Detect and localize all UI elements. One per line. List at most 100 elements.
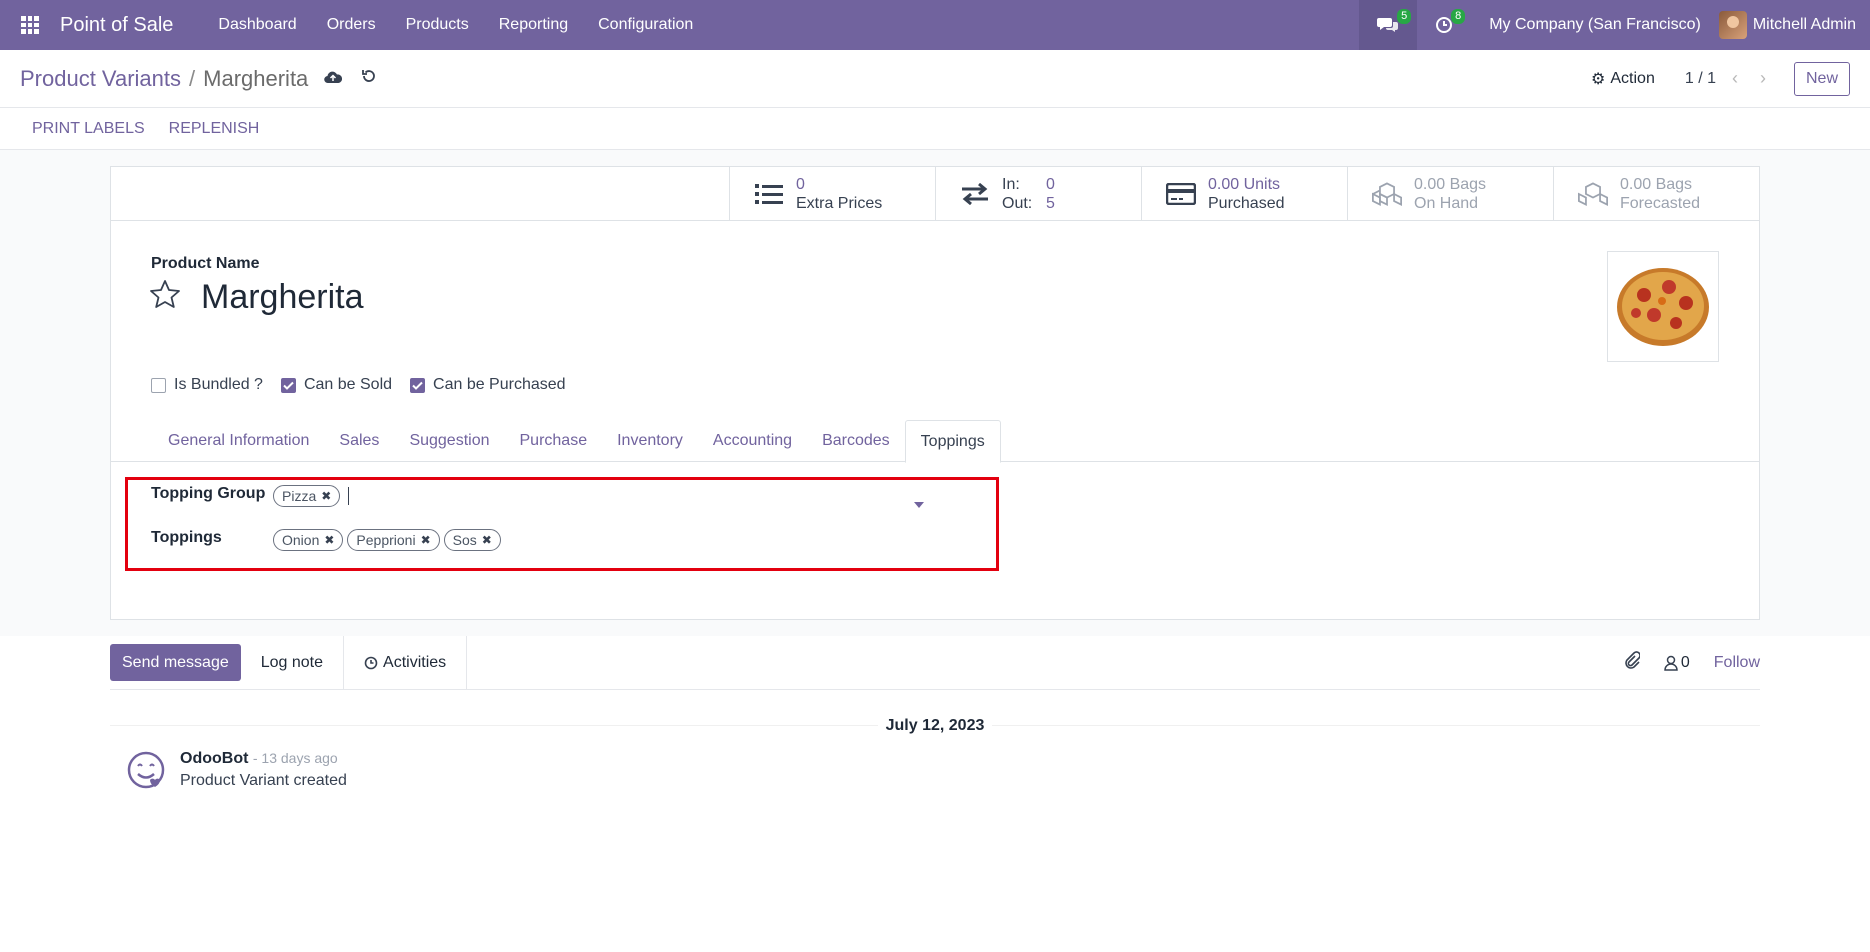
follow-button[interactable]: Follow [1714, 654, 1760, 672]
tab-accounting[interactable]: Accounting [698, 420, 807, 462]
menu-reporting[interactable]: Reporting [484, 0, 583, 50]
on-hand-button[interactable]: 0.00 Bags On Hand [1347, 167, 1553, 220]
product-image[interactable] [1607, 251, 1719, 362]
remove-tag-icon[interactable]: ✖ [482, 533, 492, 547]
print-labels-button[interactable]: PRINT LABELS [20, 120, 157, 138]
apps-menu-icon[interactable] [0, 0, 60, 50]
breadcrumb-separator: / [189, 65, 196, 91]
breadcrumb-current: Margherita [203, 65, 309, 91]
purchased-label: Purchased [1208, 194, 1285, 212]
messages-badge: 5 [1397, 9, 1412, 24]
can-be-sold-checkbox[interactable]: Can be Sold [280, 376, 392, 394]
app-brand[interactable]: Point of Sale [60, 14, 173, 37]
pager-next-icon[interactable]: › [1754, 68, 1772, 89]
forecasted-value: 0.00 Bags [1620, 175, 1693, 193]
in-value: 0 [1046, 175, 1055, 193]
user-avatar [1718, 11, 1747, 39]
pager-value[interactable]: 1 / 1 [1685, 70, 1716, 88]
messages-button[interactable]: 5 [1359, 0, 1418, 50]
remove-tag-icon[interactable]: ✖ [421, 533, 431, 547]
forecasted-button[interactable]: 0.00 Bags Forecasted [1553, 167, 1759, 220]
company-switcher[interactable]: My Company (San Francisco) [1471, 16, 1719, 34]
extra-prices-label: Extra Prices [796, 194, 883, 212]
menu-configuration[interactable]: Configuration [583, 0, 708, 50]
purchased-button[interactable]: 0.00 Units Purchased [1141, 167, 1347, 220]
tag-pizza: Pizza ✖ [273, 485, 341, 507]
activities-button[interactable]: 8 [1417, 0, 1471, 50]
extra-prices-button[interactable]: 0 Extra Prices [729, 167, 935, 220]
date-separator-label: July 12, 2023 [877, 717, 993, 734]
dropdown-caret-icon[interactable] [914, 502, 924, 508]
menu-products[interactable]: Products [391, 0, 484, 50]
top-navbar: Point of Sale Dashboard Orders Products … [0, 0, 1870, 50]
tag-label: Pepprioni [356, 532, 416, 548]
toppings-highlight-box: Topping Group Pizza ✖ Toppings Onion ✖ Pep… [125, 477, 999, 571]
checkbox-checked-box[interactable] [410, 377, 426, 393]
send-message-button[interactable]: Send message [110, 644, 241, 681]
paperclip-icon[interactable] [1622, 650, 1641, 675]
forecasted-label: Forecasted [1620, 194, 1701, 212]
form-header-actions: PRINT LABELS REPLENISH [0, 108, 1870, 150]
new-button[interactable]: New [1793, 61, 1850, 96]
user-menu[interactable]: Mitchell Admin [1718, 11, 1870, 39]
followers-button[interactable]: 0 [1664, 654, 1690, 672]
cubes-icon [1578, 181, 1608, 207]
topping-group-field[interactable]: Pizza ✖ [273, 485, 350, 507]
exchange-arrows-icon [960, 182, 990, 205]
is-bundled-label: Is Bundled ? [174, 376, 263, 393]
activities-badge: 8 [1451, 9, 1466, 24]
tab-toppings[interactable]: Toppings [904, 420, 1001, 463]
tab-sales[interactable]: Sales [324, 420, 394, 462]
discard-undo-icon[interactable] [358, 68, 380, 89]
systray: 5 8 My Company (San Francisco) Mitchell … [1359, 0, 1870, 50]
on-hand-value: 0.00 Bags [1414, 175, 1487, 193]
in-label: In: [1002, 175, 1020, 193]
followers-count: 0 [1680, 653, 1690, 671]
product-name-input[interactable]: Margherita [201, 278, 364, 317]
extra-prices-value: 0 [796, 175, 805, 193]
remove-tag-icon[interactable]: ✖ [321, 489, 331, 503]
favorite-star-icon[interactable] [149, 279, 181, 314]
tab-inventory[interactable]: Inventory [602, 420, 698, 462]
action-label: Action [1610, 69, 1655, 87]
tab-general-information[interactable]: General Information [153, 420, 324, 462]
activities-schedule-button[interactable]: Activities [344, 635, 468, 690]
toppings-field[interactable]: Onion ✖ Pepprioni ✖ Sos ✖ [273, 529, 501, 551]
smart-buttons: 0 Extra Prices In: 0 Out: 5 0.00 Units P… [111, 167, 1759, 221]
log-note-button[interactable]: Log note [241, 635, 345, 690]
tab-purchase[interactable]: Purchase [505, 420, 603, 462]
message-body: Product Variant created [180, 772, 347, 789]
tag-pepprioni: Pepprioni ✖ [347, 529, 440, 551]
main-menu: Dashboard Orders Products Reporting Conf… [203, 0, 708, 50]
action-menu-button[interactable]: ⚙ Action [1591, 69, 1655, 89]
pager-previous-icon[interactable]: ‹ [1726, 68, 1744, 89]
message-author[interactable]: OdooBot [180, 750, 248, 767]
on-hand-label: On Hand [1414, 194, 1479, 212]
pizza-image [1617, 267, 1709, 346]
product-flags: Is Bundled ? Can be Sold Can be Purchase… [151, 376, 566, 394]
checkbox-box[interactable] [151, 377, 166, 393]
checkbox-checked-box[interactable] [280, 377, 296, 393]
can-be-purchased-checkbox[interactable]: Can be Purchased [410, 376, 566, 394]
toppings-label: Toppings [151, 529, 222, 546]
save-cloud-icon[interactable] [322, 69, 344, 89]
tab-barcodes[interactable]: Barcodes [807, 420, 905, 462]
tag-label: Sos [452, 532, 477, 548]
date-separator: July 12, 2023 [0, 717, 1870, 735]
clock-icon [364, 656, 378, 669]
menu-dashboard[interactable]: Dashboard [203, 0, 311, 50]
in-out-button[interactable]: In: 0 Out: 5 [935, 167, 1141, 220]
is-bundled-checkbox[interactable]: Is Bundled ? [151, 376, 263, 394]
purchased-value: 0.00 Units [1208, 175, 1281, 193]
can-be-purchased-label: Can be Purchased [433, 376, 566, 393]
replenish-button[interactable]: REPLENISH [157, 120, 272, 138]
breadcrumb-product-variants[interactable]: Product Variants [20, 66, 181, 92]
topping-group-label: Topping Group [151, 485, 266, 502]
menu-orders[interactable]: Orders [312, 0, 391, 50]
odoobot-avatar-icon [126, 750, 168, 797]
chatter-message: OdooBot - 13 days ago Product Variant cr… [126, 750, 347, 797]
user-icon [1664, 655, 1678, 671]
product-name-label: Product Name [151, 255, 260, 272]
remove-tag-icon[interactable]: ✖ [324, 533, 334, 547]
tab-suggestion[interactable]: Suggestion [394, 420, 504, 462]
